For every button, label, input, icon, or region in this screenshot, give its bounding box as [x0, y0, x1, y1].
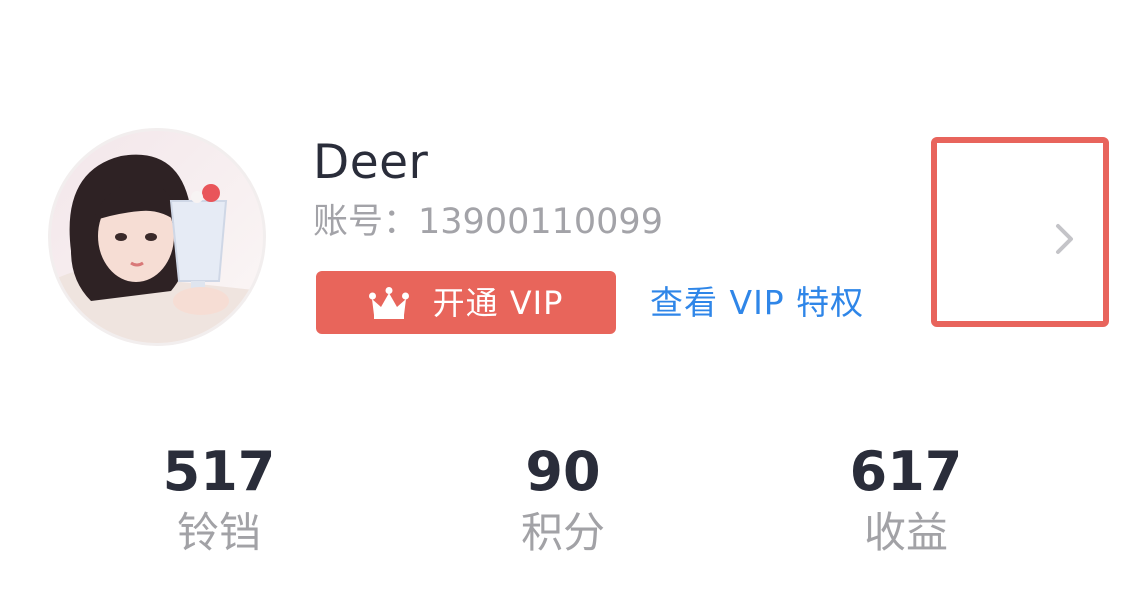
stat-earnings-value: 617	[849, 440, 963, 503]
avatar-image	[51, 131, 263, 343]
open-vip-button[interactable]: 开通 VIP	[316, 271, 616, 334]
crown-icon	[368, 286, 409, 319]
user-name: Deer	[313, 135, 429, 190]
account-label: 账号：	[313, 202, 419, 242]
account-info: 账号：13900110099	[313, 198, 663, 246]
stat-bells-value: 517	[162, 440, 276, 503]
open-vip-label: 开通 VIP	[432, 283, 564, 322]
stat-points-value: 90	[525, 440, 601, 503]
chevron-right-icon	[1056, 224, 1073, 254]
stat-points[interactable]: 90 积分	[453, 440, 673, 560]
profile-card: Deer 账号：13900110099 开通 VIP 查看 VIP 特权 517…	[0, 0, 1125, 607]
stat-bells[interactable]: 517 铃铛	[109, 440, 329, 560]
view-vip-privileges-link[interactable]: 查看 VIP 特权	[650, 281, 864, 325]
avatar[interactable]	[48, 128, 266, 346]
stat-earnings-label: 收益	[863, 508, 948, 557]
stat-points-label: 积分	[520, 508, 605, 557]
account-number: 13900110099	[418, 202, 663, 242]
profile-detail-button[interactable]	[931, 137, 1109, 327]
stat-earnings[interactable]: 617 收益	[796, 440, 1016, 560]
stat-bells-label: 铃铛	[176, 508, 261, 557]
